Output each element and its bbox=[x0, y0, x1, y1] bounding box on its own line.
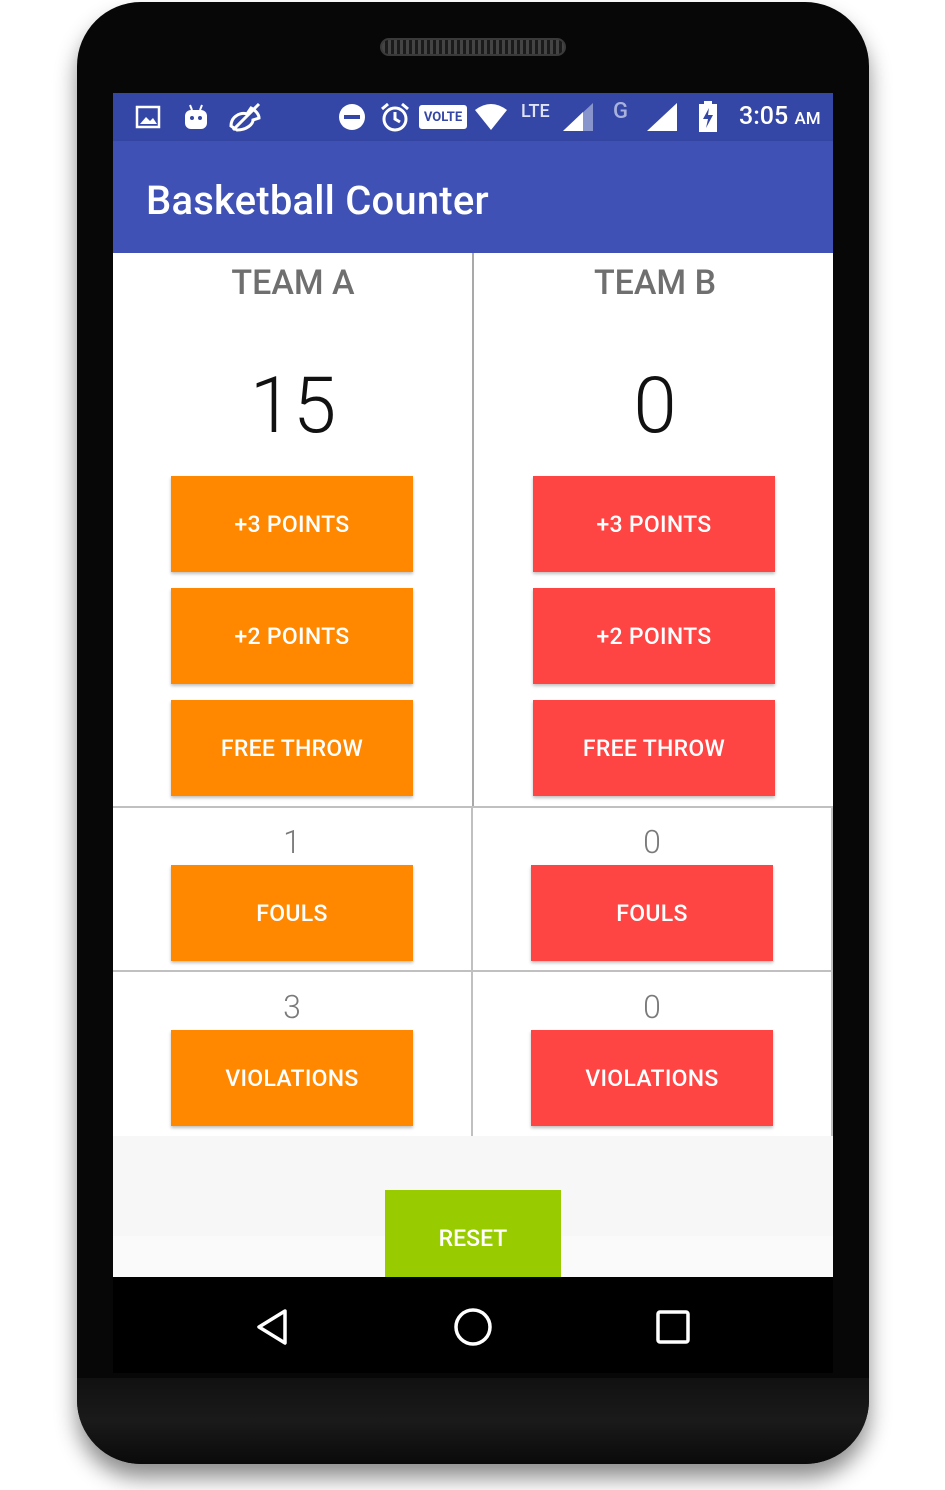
team-b-violations-button[interactable]: VIOLATIONS bbox=[531, 1030, 773, 1126]
team-a-plus3-button[interactable]: +3 POINTS bbox=[171, 476, 413, 572]
status-bar: VOLTE LTE G 3:05 AM bbox=[113, 93, 833, 141]
navigation-bar bbox=[113, 1277, 833, 1373]
back-icon[interactable] bbox=[249, 1303, 297, 1351]
phone-speaker-grille bbox=[380, 38, 566, 56]
status-ampm: AM bbox=[794, 109, 821, 129]
phone-bottom-bezel bbox=[77, 1378, 869, 1464]
section-divider-top bbox=[113, 806, 833, 808]
lte-label: LTE bbox=[521, 100, 550, 122]
team-b-plus2-button[interactable]: +2 POINTS bbox=[533, 588, 775, 684]
status-time: 3:05 bbox=[739, 102, 789, 131]
lte-signal-icon bbox=[561, 103, 595, 131]
volte-icon: VOLTE bbox=[419, 105, 467, 129]
column-divider bbox=[472, 253, 474, 806]
home-icon[interactable] bbox=[449, 1303, 497, 1351]
team-b-plus3-button[interactable]: +3 POINTS bbox=[533, 476, 775, 572]
recents-icon[interactable] bbox=[649, 1303, 697, 1351]
team-a-violations-button[interactable]: VIOLATIONS bbox=[171, 1030, 413, 1126]
alarm-icon bbox=[379, 102, 411, 132]
app-bar: Basketball Counter bbox=[113, 141, 833, 253]
content-area: TEAM A 15 +3 POINTS +2 POINTS FREE THROW… bbox=[113, 253, 833, 1236]
battery-charging-icon bbox=[697, 101, 719, 132]
android-icon bbox=[183, 103, 209, 131]
g-signal-icon bbox=[645, 103, 679, 131]
team-a-free-throw-button[interactable]: FREE THROW bbox=[171, 700, 413, 796]
gallery-icon bbox=[135, 103, 161, 131]
section-divider-middle bbox=[113, 970, 833, 972]
reset-button[interactable]: RESET bbox=[385, 1190, 561, 1277]
team-b-name: TEAM B bbox=[593, 263, 717, 303]
wifi-icon bbox=[473, 103, 509, 131]
team-a-fouls-count: 1 bbox=[283, 823, 301, 861]
team-b-fouls-button[interactable]: FOULS bbox=[531, 865, 773, 961]
team-b-score: 0 bbox=[633, 361, 677, 452]
dnd-icon bbox=[337, 103, 367, 131]
g-label: G bbox=[613, 98, 628, 124]
team-a-score: 15 bbox=[249, 361, 337, 452]
team-a-fouls-button[interactable]: FOULS bbox=[171, 865, 413, 961]
team-a-name: TEAM A bbox=[231, 263, 355, 303]
team-a-plus2-button[interactable]: +2 POINTS bbox=[171, 588, 413, 684]
screen: VOLTE LTE G 3:05 AM Basketball Counter T… bbox=[113, 93, 833, 1277]
team-b-fouls-count: 0 bbox=[643, 823, 661, 861]
team-b-free-throw-button[interactable]: FREE THROW bbox=[533, 700, 775, 796]
team-b-violations-count: 0 bbox=[643, 988, 661, 1026]
team-a-violations-count: 3 bbox=[283, 988, 301, 1026]
call-missed-icon bbox=[227, 102, 263, 132]
app-title: Basketball Counter bbox=[146, 177, 489, 224]
